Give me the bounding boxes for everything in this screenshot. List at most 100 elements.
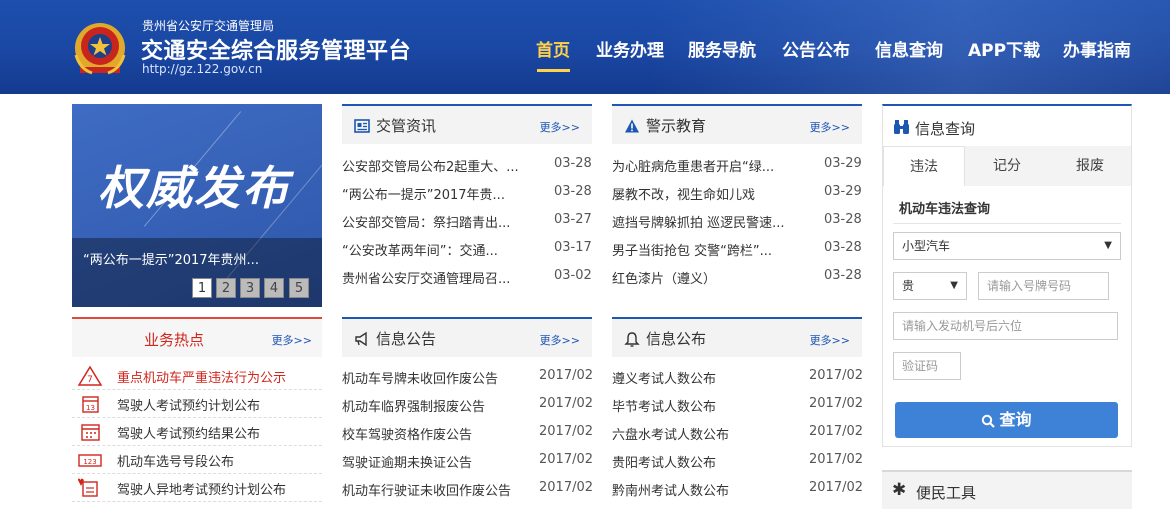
province-value: 贵: [902, 279, 915, 293]
police-emblem-icon[interactable]: [70, 17, 130, 77]
pager-dot-3[interactable]: 3: [240, 278, 260, 298]
list-item-title[interactable]: 毕节考试人数公布: [612, 396, 797, 415]
location-calendar-icon: [78, 478, 98, 497]
warning-more-link[interactable]: 更多>>: [810, 119, 850, 135]
list-item-date: 2017/02: [539, 368, 594, 383]
hot-item-label[interactable]: 机动车选号号段公布: [117, 451, 234, 470]
tab-scrap[interactable]: 报废: [1049, 146, 1131, 186]
calendar-check-icon: [81, 424, 100, 441]
list-item-date: 2017/02: [809, 396, 864, 411]
list-item-title[interactable]: 遮挡号牌躲抓拍 巡逻民警速...: [612, 212, 808, 231]
pager-dot-4[interactable]: 4: [264, 278, 284, 298]
list-item-title[interactable]: 黔南州考试人数公布: [612, 480, 797, 499]
bell-icon: [624, 332, 640, 347]
list-item-date: 03-02: [554, 268, 592, 283]
list-item-date: 03-28: [824, 212, 862, 227]
query-button-label: 查询: [999, 410, 1032, 429]
warning-panel-header: 警示教育 更多>>: [612, 104, 862, 144]
warning-triangle-icon: [625, 119, 639, 133]
list-item-date: 03-29: [824, 156, 862, 171]
alert-car-icon: 7: [78, 366, 102, 386]
banner-caption-text[interactable]: “两公布一提示”2017年贵州...: [83, 249, 313, 268]
pager-dot-2[interactable]: 2: [216, 278, 236, 298]
nav-item-business[interactable]: 业务办理: [596, 36, 664, 61]
list-item-title[interactable]: 红色漆片（遵义）: [612, 268, 808, 287]
query-tabs: 违法 记分 报废: [883, 146, 1131, 186]
hot-item-remote-exam[interactable]: 驾驶人异地考试预约计划公布: [72, 474, 322, 502]
list-item-date: 2017/02: [539, 424, 594, 439]
list-item-title[interactable]: 六盘水考试人数公布: [612, 424, 797, 443]
list-item-title[interactable]: 公安部交管局：祭扫踏青出...: [342, 212, 542, 231]
list-item-date: 03-27: [554, 212, 592, 227]
list-item-title[interactable]: 机动车临界强制报废公告: [342, 396, 532, 415]
list-item-title[interactable]: 遵义考试人数公布: [612, 368, 797, 387]
query-subtitle: 机动车违法查询: [899, 202, 991, 217]
info-query-title: 信息查询: [915, 120, 976, 138]
hot-item-label[interactable]: 重点机动车严重违法行为公示: [117, 367, 286, 386]
nav-active-underline: [537, 69, 570, 72]
list-item-title[interactable]: 为心脏病危重患者开启“绿...: [612, 156, 808, 175]
nav-item-guide[interactable]: 办事指南: [1063, 36, 1131, 61]
hot-item-label[interactable]: 驾驶人考试预约结果公布: [117, 423, 260, 442]
nav-item-info-query[interactable]: 信息查询: [875, 36, 943, 61]
vehicle-type-select[interactable]: 小型汽车 ▼: [893, 232, 1121, 260]
nav-item-app-download[interactable]: APP下载: [968, 36, 1040, 61]
news-panel-title: 交管资讯: [376, 117, 437, 135]
search-icon: [982, 414, 996, 428]
notice-more-link[interactable]: 更多>>: [540, 332, 580, 348]
dropdown-caret-icon: ▼: [1104, 240, 1112, 251]
hot-item-plate-number[interactable]: 123 机动车选号号段公布: [72, 446, 322, 474]
publish-more-link[interactable]: 更多>>: [810, 332, 850, 348]
list-item-date: 03-29: [824, 184, 862, 199]
tab-points[interactable]: 记分: [966, 146, 1048, 186]
site-url: http://gz.122.gov.cn: [142, 62, 263, 76]
list-item-title[interactable]: 机动车号牌未收回作废公告: [342, 368, 532, 387]
list-item-date: 03-28: [824, 268, 862, 283]
list-item-title[interactable]: 机动车行驶证未收回作废公告: [342, 480, 532, 499]
notice-panel-header: 信息公告 更多>>: [342, 317, 592, 357]
province-select[interactable]: 贵 ▼: [893, 272, 967, 300]
plate-number-input[interactable]: 请输入号牌号码: [978, 272, 1109, 300]
list-item-title[interactable]: “两公布一提示”2017年贵...: [342, 184, 542, 203]
svg-text:7: 7: [87, 375, 93, 385]
captcha-input[interactable]: 验证码: [893, 352, 961, 380]
hot-panel-title: 业务热点: [144, 331, 205, 349]
list-item-date: 2017/02: [809, 368, 864, 383]
convenience-tools-header[interactable]: ✱ 便民工具: [882, 470, 1132, 509]
pager-dot-5[interactable]: 5: [289, 278, 309, 298]
banner-slider[interactable]: 权威发布 “两公布一提示”2017年贵州... 1 2 3 4 5: [72, 104, 322, 307]
hot-item-label[interactable]: 驾驶人异地考试预约计划公布: [117, 479, 286, 498]
hot-item-vehicle-violation[interactable]: 7 重点机动车严重违法行为公示: [72, 362, 322, 390]
list-item-title[interactable]: 屡教不改，视生命如儿戏: [612, 184, 808, 203]
hot-item-exam-plan[interactable]: 13 驾驶人考试预约计划公布: [72, 390, 322, 418]
pager-dot-1[interactable]: 1: [192, 278, 212, 298]
page-title: 交通安全综合服务管理平台: [141, 39, 412, 64]
hot-item-label[interactable]: 驾驶人考试预约计划公布: [117, 395, 260, 414]
vehicle-type-value: 小型汽车: [902, 239, 951, 253]
hot-item-exam-result[interactable]: 驾驶人考试预约结果公布: [72, 418, 322, 446]
list-item-title[interactable]: “公安改革两年间”：交通...: [342, 240, 542, 259]
hot-more-link[interactable]: 更多>>: [272, 332, 312, 348]
list-item-title[interactable]: 贵阳考试人数公布: [612, 452, 797, 471]
news-panel-header: 交管资讯 更多>>: [342, 104, 592, 144]
nav-item-home[interactable]: 首页: [536, 36, 570, 61]
list-item-title[interactable]: 驾驶证逾期未换证公告: [342, 452, 532, 471]
banner-image-text: 权威发布: [98, 161, 290, 215]
info-query-panel: 信息查询 违法 记分 报废 机动车违法查询 小型汽车 ▼ 贵 ▼ 请输入号牌号码…: [882, 104, 1132, 447]
list-item-title[interactable]: 公安部交管局公布2起重大、...: [342, 156, 542, 175]
news-more-link[interactable]: 更多>>: [540, 119, 580, 135]
list-item-title[interactable]: 校车驾驶资格作废公告: [342, 424, 532, 443]
list-item-title[interactable]: 男子当街抢包 交警“跨栏”...: [612, 240, 808, 259]
nav-item-announcements[interactable]: 公告公布: [782, 36, 850, 61]
dropdown-caret-icon: ▼: [950, 280, 958, 291]
query-button[interactable]: 查询: [895, 402, 1118, 438]
engine-number-input[interactable]: 请输入发动机号后六位: [893, 312, 1118, 340]
tab-violation[interactable]: 违法: [883, 146, 965, 186]
megaphone-icon: [355, 331, 367, 347]
asterisk-icon: ✱: [892, 480, 907, 500]
list-item-date: 2017/02: [809, 424, 864, 439]
nav-item-service-guide[interactable]: 服务导航: [688, 36, 756, 61]
list-item-title[interactable]: 贵州省公安厅交通管理局召...: [342, 268, 542, 287]
calendar-13-icon: 13: [82, 396, 99, 413]
newspaper-icon: [354, 119, 370, 133]
